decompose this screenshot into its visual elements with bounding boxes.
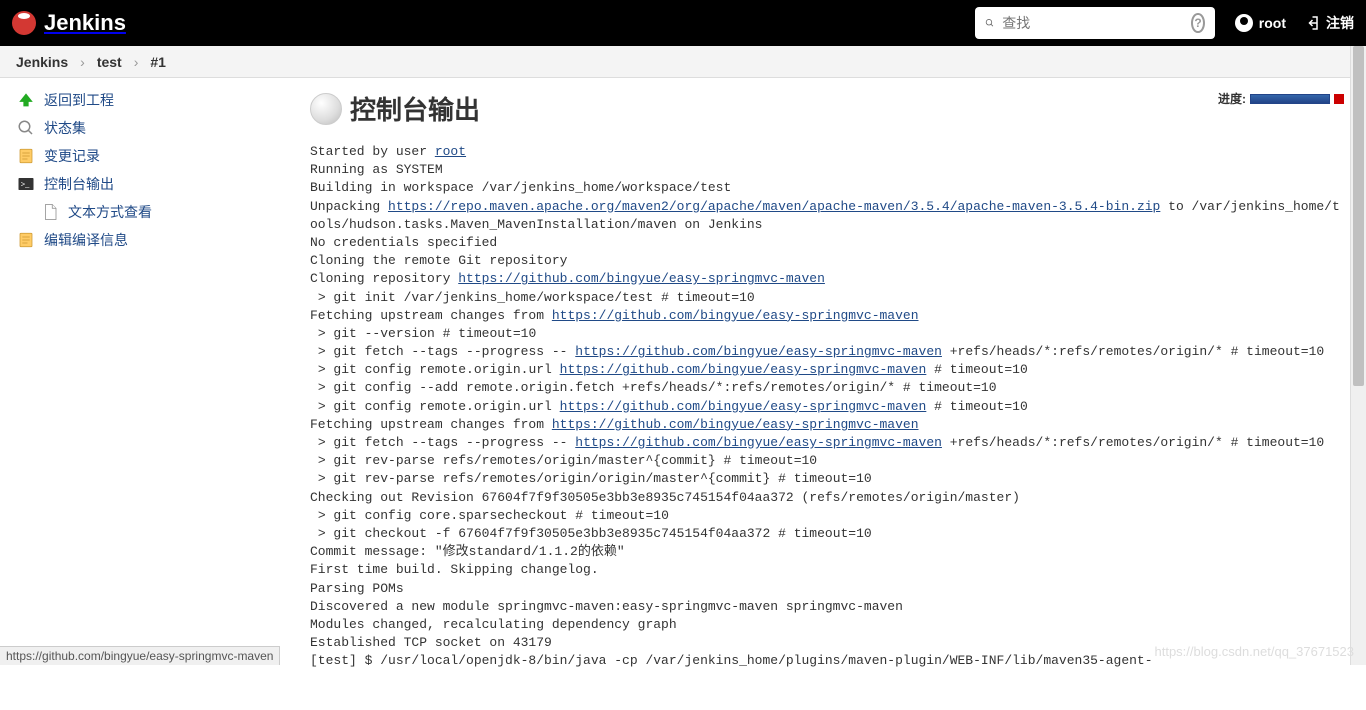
username: root <box>1259 15 1286 31</box>
sidebar-item-label: 返回到工程 <box>44 90 114 110</box>
header: Jenkins ? root 注销 <box>0 0 1366 46</box>
sidebar-item-label: 控制台输出 <box>44 174 114 194</box>
console-output: Started by user root Running as SYSTEM B… <box>310 143 1346 670</box>
scrollbar-thumb[interactable] <box>1353 46 1364 386</box>
logout-link[interactable]: 注销 <box>1302 13 1354 33</box>
breadcrumb-item[interactable]: #1 <box>150 54 166 70</box>
terminal-icon: >_ <box>16 174 36 194</box>
breadcrumb-item[interactable]: test <box>97 54 122 70</box>
breadcrumb: Jenkins › test › #1 <box>0 46 1366 78</box>
logout-label: 注销 <box>1326 13 1354 33</box>
console-link[interactable]: https://github.com/bingyue/easy-springmv… <box>575 435 942 450</box>
console-link[interactable]: https://repo.maven.apache.org/maven2/org… <box>388 199 1160 214</box>
scrollbar[interactable] <box>1350 46 1366 665</box>
logo-link[interactable]: Jenkins <box>12 10 126 36</box>
progress-label: 进度: <box>1218 90 1246 107</box>
console-link[interactable]: root <box>435 144 466 159</box>
console-link[interactable]: https://github.com/bingyue/easy-springmv… <box>575 344 942 359</box>
console-link[interactable]: https://github.com/bingyue/easy-springmv… <box>560 399 927 414</box>
sidebar-item-label: 文本方式查看 <box>68 202 152 222</box>
sidebar-item-3[interactable]: >_ 控制台输出 <box>0 170 290 198</box>
notepad-icon <box>16 230 36 250</box>
jenkins-logo-icon <box>12 11 36 35</box>
page-title-row: 控制台输出 <box>310 90 1346 127</box>
stop-icon[interactable] <box>1334 94 1344 104</box>
console-link[interactable]: https://github.com/bingyue/easy-springmv… <box>458 271 825 286</box>
user-section: root 注销 <box>1235 13 1354 33</box>
logout-icon <box>1302 14 1320 32</box>
search-input[interactable] <box>1002 15 1183 31</box>
chevron-right-icon: › <box>134 54 139 70</box>
search-icon <box>16 118 36 138</box>
arrow-up-icon <box>16 90 36 110</box>
content: 进度: 控制台输出 Started by user root Running a… <box>290 78 1366 710</box>
user-link[interactable]: root <box>1235 14 1286 32</box>
logo-text: Jenkins <box>44 10 126 36</box>
search-box[interactable]: ? <box>975 7 1215 39</box>
search-icon <box>985 15 995 31</box>
sidebar-item-label: 状态集 <box>44 118 86 138</box>
notepad-icon <box>16 146 36 166</box>
help-icon[interactable]: ? <box>1191 13 1205 33</box>
watermark: https://blog.csdn.net/qq_37671523 <box>1155 644 1355 659</box>
breadcrumb-item[interactable]: Jenkins <box>16 54 68 70</box>
status-bar-url: https://github.com/bingyue/easy-springmv… <box>0 646 280 665</box>
document-icon <box>40 202 60 222</box>
console-link[interactable]: https://github.com/bingyue/easy-springmv… <box>552 308 919 323</box>
page-title: 控制台输出 <box>350 90 480 127</box>
console-link[interactable]: https://github.com/bingyue/easy-springmv… <box>560 362 927 377</box>
sidebar-item-label: 变更记录 <box>44 146 100 166</box>
sidebar-item-4[interactable]: 文本方式查看 <box>0 198 290 226</box>
build-status-ball-icon <box>310 93 342 125</box>
sidebar-item-5[interactable]: 编辑编译信息 <box>0 226 290 254</box>
sidebar-item-1[interactable]: 状态集 <box>0 114 290 142</box>
svg-text:>_: >_ <box>21 179 30 188</box>
progress-section: 进度: <box>1218 90 1344 107</box>
sidebar-item-0[interactable]: 返回到工程 <box>0 86 290 114</box>
sidebar: 返回到工程状态集变更记录 >_ 控制台输出文本方式查看编辑编译信息 <box>0 78 290 710</box>
chevron-right-icon: › <box>80 54 85 70</box>
user-avatar-icon <box>1235 14 1253 32</box>
sidebar-item-label: 编辑编译信息 <box>44 230 128 250</box>
sidebar-item-2[interactable]: 变更记录 <box>0 142 290 170</box>
console-link[interactable]: https://github.com/bingyue/easy-springmv… <box>552 417 919 432</box>
progress-bar <box>1250 94 1330 104</box>
